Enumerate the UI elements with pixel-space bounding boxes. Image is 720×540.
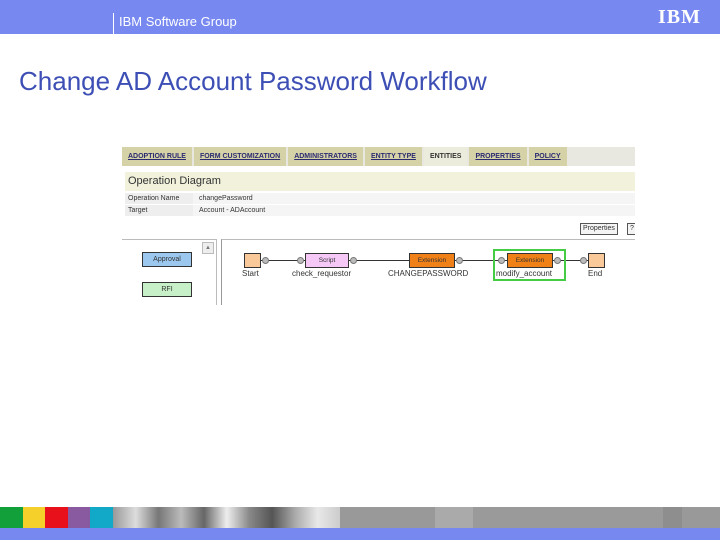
footer-imagery bbox=[295, 507, 340, 529]
node-label: CHANGEPASSWORD bbox=[388, 269, 469, 278]
footer-swatch bbox=[90, 507, 113, 529]
footer-swatch bbox=[45, 507, 68, 529]
node-label: Start bbox=[242, 269, 259, 278]
port bbox=[554, 257, 561, 264]
palette-rfi[interactable]: RFI bbox=[142, 282, 192, 297]
footer-gray-band bbox=[340, 507, 720, 529]
embedded-screenshot: ADOPTION RULE FORM CUSTOMIZATION ADMINIS… bbox=[122, 147, 635, 305]
extension-node[interactable]: Extension bbox=[409, 253, 455, 268]
header-group-label: IBM Software Group bbox=[119, 14, 237, 29]
tab-policy[interactable]: POLICY bbox=[528, 147, 567, 166]
node-label: modify_account bbox=[496, 269, 553, 278]
port bbox=[580, 257, 587, 264]
ibm-logo: IBM bbox=[658, 7, 708, 27]
tab-bar: ADOPTION RULE FORM CUSTOMIZATION ADMINIS… bbox=[122, 147, 635, 166]
footer-swatch bbox=[0, 507, 23, 529]
extension-node-selected[interactable]: Extension bbox=[507, 253, 553, 268]
tab-adoption-rule[interactable]: ADOPTION RULE bbox=[122, 147, 192, 166]
tab-administrators[interactable]: ADMINISTRATORS bbox=[288, 147, 363, 166]
field-value: changePassword bbox=[193, 193, 635, 204]
header-divider bbox=[113, 13, 114, 34]
field-row-operation-name: Operation Name changePassword bbox=[125, 193, 635, 204]
port bbox=[350, 257, 357, 264]
palette-approval[interactable]: Approval bbox=[142, 252, 192, 267]
footer-imagery bbox=[113, 507, 295, 529]
field-value: Account - ADAccount bbox=[193, 205, 635, 216]
tab-entities[interactable]: ENTITIES bbox=[423, 147, 468, 166]
port bbox=[262, 257, 269, 264]
tab-form-customization[interactable]: FORM CUSTOMIZATION bbox=[193, 147, 287, 166]
end-node[interactable] bbox=[588, 253, 605, 268]
properties-button[interactable]: Properties bbox=[580, 223, 618, 235]
node-label: End bbox=[588, 269, 603, 278]
footer-bar bbox=[0, 528, 720, 540]
header-bar: IBM Software Group IBM bbox=[0, 0, 720, 34]
field-row-target: Target Account - ADAccount bbox=[125, 205, 635, 216]
field-label: Operation Name bbox=[128, 195, 180, 202]
field-label: Target bbox=[128, 207, 148, 214]
footer-swatch bbox=[23, 507, 45, 529]
node-label: check_requestor bbox=[292, 269, 352, 278]
section-title: Operation Diagram bbox=[125, 172, 635, 191]
slide-title: Change AD Account Password Workflow bbox=[19, 66, 487, 96]
scroll-up-button[interactable]: ▲ bbox=[202, 242, 214, 254]
start-node[interactable] bbox=[244, 253, 261, 268]
footer-swatch bbox=[68, 507, 90, 529]
footer-strip bbox=[0, 507, 720, 529]
help-button[interactable]: ? bbox=[627, 223, 635, 235]
tab-entity-type[interactable]: ENTITY TYPE bbox=[364, 147, 422, 166]
script-node[interactable]: Script bbox=[305, 253, 349, 268]
port bbox=[456, 257, 463, 264]
port bbox=[297, 257, 304, 264]
tab-properties[interactable]: PROPERTIES bbox=[469, 147, 527, 166]
